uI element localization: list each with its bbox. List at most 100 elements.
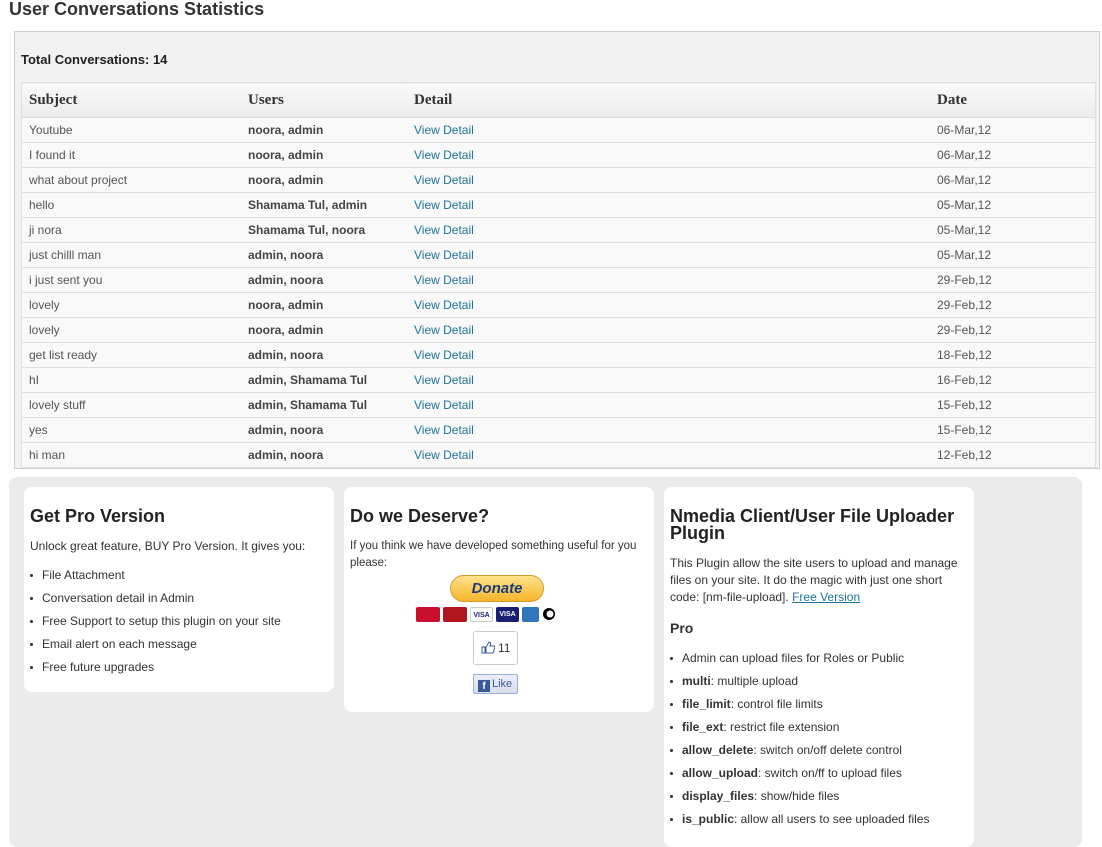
cell-users: noora, admin: [241, 292, 407, 318]
like-count-bubble: 11: [473, 631, 518, 665]
cell-subject: yes: [21, 417, 241, 443]
cell-subject: Youtube: [21, 117, 241, 143]
cell-users: noora, admin: [241, 142, 407, 168]
view-detail-link[interactable]: View Detail: [407, 342, 930, 368]
thumbs-up-icon: [481, 641, 495, 654]
option-description: : switch on/ff to upload files: [758, 766, 902, 780]
table-row: lovely noora, admin View Detail 29-Feb,12: [21, 317, 1096, 343]
facebook-icon: f: [478, 680, 490, 692]
cell-subject: lovely stuff: [21, 392, 241, 418]
table-row: lovely stuff admin, Shamama Tul View Detai…: [21, 392, 1096, 418]
cell-subject: just chilll man: [21, 242, 241, 268]
view-detail-link[interactable]: View Detail: [407, 367, 930, 393]
header-detail[interactable]: Detail: [407, 82, 930, 118]
pro-card-title: Get Pro Version: [30, 506, 166, 526]
list-item: Free future upgrades: [30, 656, 281, 679]
table-body: Youtube noora, admin View Detail 06-Mar,12 I…: [21, 117, 1096, 468]
conversations-box: Total Conversations: 14 Subject Users De…: [14, 31, 1100, 469]
cell-subject: i just sent you: [21, 267, 241, 293]
pro-version-card: Get Pro Version Unlock great feature, BU…: [24, 487, 334, 692]
amex-card-icon: [522, 607, 539, 622]
donate-card: Do we Deserve? If you think we have deve…: [344, 487, 654, 712]
table-row: what about project noora, admin View Detai…: [21, 167, 1096, 193]
table-row: just chilll man admin, noora View Detail 05…: [21, 242, 1096, 268]
option-key: allow_delete: [682, 743, 754, 757]
cell-date: 18-Feb,12: [930, 342, 1096, 368]
like-label: Like: [492, 678, 513, 690]
facebook-like-button[interactable]: f Like: [473, 674, 518, 694]
cell-users: noora, admin: [241, 117, 407, 143]
table-row: lovely noora, admin View Detail 29-Feb,12: [21, 292, 1096, 318]
table-row: hello Shamama Tul, admin View Detail 05-Mar…: [21, 192, 1096, 218]
header-subject[interactable]: Subject: [21, 82, 241, 118]
cell-date: 16-Feb,12: [930, 367, 1096, 393]
view-detail-link[interactable]: View Detail: [407, 117, 930, 143]
table-row: yes admin, noora View Detail 15-Feb,12: [21, 417, 1096, 443]
cell-subject: hi man: [21, 442, 241, 468]
cell-users: Shamama Tul, admin: [241, 192, 407, 218]
direct-debit-icon: [542, 607, 584, 622]
cell-subject: what about project: [21, 167, 241, 193]
page-title: User Conversations Statistics: [9, 0, 265, 19]
view-detail-link[interactable]: View Detail: [407, 317, 930, 343]
cell-date: 29-Feb,12: [930, 317, 1096, 343]
option-key: is_public: [682, 812, 735, 826]
option-description: : show/hide files: [754, 789, 840, 803]
table-row: ji nora Shamama Tul, noora View Detail 05-M…: [21, 217, 1096, 243]
option-key: file_limit: [682, 697, 731, 711]
option-description: : multiple upload: [710, 674, 799, 688]
view-detail-link[interactable]: View Detail: [407, 142, 930, 168]
table-row: get list ready admin, noora View Detail 18-…: [21, 342, 1096, 368]
conversations-table: Subject Users Detail Date Youtube noora, …: [21, 82, 1096, 468]
visa-card-icon: VISA: [470, 607, 493, 622]
option-key: allow_upload: [682, 766, 759, 780]
table-row: Youtube noora, admin View Detail 06-Mar,12: [21, 117, 1096, 143]
view-detail-link[interactable]: View Detail: [407, 192, 930, 218]
header-date[interactable]: Date: [930, 82, 1096, 118]
option-description: : control file limits: [730, 697, 823, 711]
direct-debit-logo-icon: [543, 608, 555, 620]
nmedia-plugin-card: Nmedia Client/User File Uploader Plugin …: [664, 487, 974, 847]
view-detail-link[interactable]: View Detail: [407, 392, 930, 418]
view-detail-link[interactable]: View Detail: [407, 417, 930, 443]
like-count: 11: [497, 641, 511, 655]
table-header-row: Subject Users Detail Date: [21, 82, 1096, 118]
header-users[interactable]: Users: [241, 82, 407, 118]
donate-card-title: Do we Deserve?: [350, 506, 490, 526]
list-item: Admin can upload files for Roles or Publ…: [670, 647, 970, 670]
view-detail-link[interactable]: View Detail: [407, 167, 930, 193]
cell-date: 29-Feb,12: [930, 267, 1096, 293]
cell-subject: ji nora: [21, 217, 241, 243]
cell-date: 05-Mar,12: [930, 242, 1096, 268]
view-detail-link[interactable]: View Detail: [407, 442, 930, 468]
view-detail-link[interactable]: View Detail: [407, 242, 930, 268]
cell-users: Shamama Tul, noora: [241, 217, 407, 243]
cell-date: 05-Mar,12: [930, 192, 1096, 218]
nmedia-card-title: Nmedia Client/User File Uploader Plugin: [670, 506, 955, 543]
payment-cards: VISA VISA: [416, 607, 584, 623]
maestro-card-icon: [416, 607, 440, 622]
list-item: file_ext: restrict file extension: [670, 716, 970, 739]
view-detail-link[interactable]: View Detail: [407, 292, 930, 318]
list-item: file_limit: control file limits: [670, 693, 970, 716]
list-item: allow_delete: switch on/off delete contr…: [670, 739, 970, 762]
list-item: Email alert on each message: [30, 633, 281, 656]
pro-card-intro: Unlock great feature, BUY Pro Version. I…: [30, 539, 306, 553]
pro-feature-list: File Attachment Conversation detail in A…: [30, 564, 281, 679]
table-row: hI admin, Shamama Tul View Detail 16-Feb,12: [21, 367, 1096, 393]
cell-date: 29-Feb,12: [930, 292, 1096, 318]
option-description: : restrict file extension: [723, 720, 840, 734]
free-version-link[interactable]: Free Version: [792, 590, 860, 604]
cell-subject: hello: [21, 192, 241, 218]
view-detail-link[interactable]: View Detail: [407, 217, 930, 243]
cell-subject: hI: [21, 367, 241, 393]
nmedia-feature-list: Admin can upload files for Roles or Publ…: [670, 647, 970, 831]
list-item: allow_upload: switch on/ff to upload fil…: [670, 762, 970, 785]
visa-electron-icon: VISA: [496, 607, 519, 622]
cell-users: admin, noora: [241, 417, 407, 443]
view-detail-link[interactable]: View Detail: [407, 267, 930, 293]
mastercard-icon: [443, 607, 467, 622]
donate-button[interactable]: Donate: [450, 575, 544, 602]
list-item: is_public: allow all users to see upload…: [670, 808, 970, 831]
table-row: i just sent you admin, noora View Detail 29…: [21, 267, 1096, 293]
